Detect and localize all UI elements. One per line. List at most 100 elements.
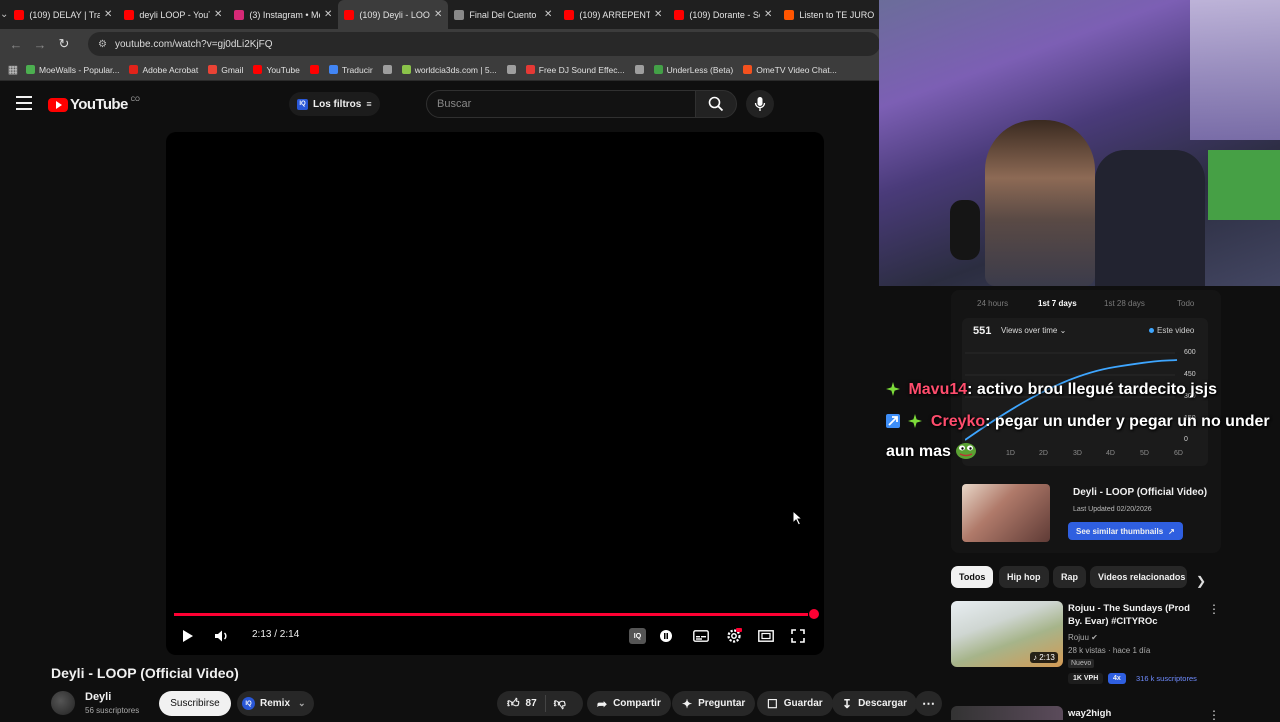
bookmark-item[interactable]: MoeWalls - Popular... [26, 65, 119, 75]
youtube-logo[interactable]: YouTube CO [48, 96, 140, 113]
like-button[interactable]: 👍︎ 87 [497, 695, 546, 712]
play-icon[interactable] [180, 627, 196, 645]
tab-favicon-icon [564, 9, 575, 20]
sliders-icon: ≡ [366, 99, 372, 109]
save-button[interactable]: ☐ Guardar [757, 691, 833, 716]
channel-avatar[interactable] [51, 691, 75, 715]
chevron-right-icon[interactable]: ❯ [1196, 574, 1206, 588]
more-actions-icon[interactable]: ⋯ [915, 691, 942, 716]
chip-rap[interactable]: Rap [1053, 566, 1087, 588]
y-tick: 450 [1184, 371, 1196, 378]
iq-player-icon[interactable]: IQ [629, 628, 646, 644]
remix-label: Remix [260, 698, 291, 709]
tab-close-icon[interactable]: ✕ [214, 9, 222, 20]
bookmark-item[interactable]: Gmail [208, 65, 243, 75]
bookmark-item[interactable]: Traducir [328, 65, 373, 75]
browser-tab[interactable]: (3) Instagram • Messages ✕ [228, 0, 338, 29]
bookmark-favicon-icon [208, 65, 218, 74]
bookmark-item[interactable]: Free DJ Sound Effec... [525, 65, 625, 75]
tab-close-icon[interactable]: ✕ [764, 9, 772, 20]
ask-button[interactable]: ✦ Preguntar [672, 691, 756, 716]
browser-tab[interactable]: (109) Deyli - LOOP ✕ [338, 0, 449, 29]
browser-tab[interactable]: (109) ARREPENTIDO ✕ [558, 0, 668, 29]
video-player[interactable] [166, 132, 824, 655]
chat-text: : pegar un under y pegar un no under [985, 413, 1270, 430]
bookmark-item[interactable] [634, 65, 648, 74]
chevron-down-icon: ⌄ [1059, 326, 1067, 335]
recommended-channel[interactable]: Rojuu ✔ [1068, 633, 1098, 642]
chevron-down-icon: ⌄ [298, 698, 306, 708]
chip-hiphop[interactable]: Hip hop [999, 566, 1049, 588]
subtitles-icon[interactable] [692, 627, 710, 645]
share-button[interactable]: ➦ Compartir [587, 691, 671, 716]
search-input[interactable]: Buscar [426, 90, 696, 118]
range-tab-28d[interactable]: 1st 28 days [1104, 299, 1145, 308]
range-tab-24h[interactable]: 24 hours [977, 299, 1008, 308]
download-button[interactable]: ↧ Descargar [832, 691, 917, 716]
recommended-title[interactable]: way2high [1068, 708, 1111, 719]
tab-title: deyli LOOP - YouTube [139, 9, 210, 20]
recommended-title[interactable]: Rojuu - The Sundays (Prod By. Evar) #CIT… [1068, 602, 1198, 628]
duration-text: 2:13 [1039, 653, 1055, 662]
metric-dropdown[interactable]: Views over time ⌄ [1001, 326, 1066, 335]
more-vert-icon[interactable]: ⋮ [1208, 602, 1220, 616]
bookmark-item[interactable] [309, 65, 323, 74]
dislike-button[interactable]: 👎︎ [546, 696, 574, 711]
video-title: Deyli - LOOP (Official Video) [51, 665, 239, 681]
tab-close-icon[interactable]: ✕ [324, 9, 332, 20]
browser-tab[interactable]: (109) Dorante - Se ✕ [668, 0, 778, 29]
guide-menu-icon[interactable] [16, 96, 32, 110]
chip-todos[interactable]: Todos [951, 566, 994, 588]
tab-close-icon[interactable]: ✕ [544, 9, 552, 20]
forward-icon[interactable]: → [28, 37, 52, 52]
search-button[interactable] [695, 90, 737, 118]
bookmark-item[interactable]: YouTube [253, 65, 300, 75]
browser-tab[interactable]: deyli LOOP - YouTube ✕ [118, 0, 228, 29]
volume-icon[interactable] [213, 627, 231, 645]
bookmark-item[interactable]: UnderLess (Beta) [653, 65, 733, 75]
progress-bar[interactable] [174, 613, 808, 616]
bookmark-item[interactable]: Adobe Acrobat [129, 65, 198, 75]
voice-search-button[interactable] [746, 90, 774, 118]
new-badge: Nuevo [1068, 659, 1095, 668]
tab-favicon-icon [784, 9, 795, 20]
tab-close-icon[interactable]: ✕ [434, 9, 442, 20]
apps-grid-icon[interactable]: ▦ [0, 63, 26, 76]
like-dislike-group: 👍︎ 87 👎︎ [497, 691, 583, 716]
chat-message-continued: aun mas [886, 440, 981, 461]
fullscreen-icon[interactable] [790, 627, 806, 645]
remix-button[interactable]: IQ Remix ⌄ [237, 691, 314, 716]
site-info-icon[interactable]: ⚙ [98, 39, 107, 50]
webcam-background-light [1190, 0, 1280, 140]
bookmark-item[interactable] [506, 65, 520, 74]
browser-tab[interactable]: Listen to TE JURO [778, 0, 888, 29]
similar-video-thumbnail[interactable] [962, 484, 1050, 542]
music-note-icon: ♪ [1033, 653, 1037, 662]
tab-close-icon[interactable]: ✕ [654, 9, 662, 20]
back-icon[interactable]: ← [4, 37, 28, 52]
browser-tab[interactable]: (109) DELAY | Trap ✕ [8, 0, 118, 29]
channel-name[interactable]: Deyli [85, 691, 111, 703]
range-tab-7d[interactable]: 1st 7 days [1038, 299, 1077, 308]
filters-button[interactable]: IQ Los filtros ≡ [289, 92, 380, 116]
browser-tab[interactable]: Final Del Cuento ✕ [448, 0, 558, 29]
tab-close-icon[interactable]: ✕ [104, 9, 112, 20]
settings-gear-icon[interactable] [725, 627, 743, 645]
recommended-thumbnail[interactable] [951, 706, 1063, 720]
bookmark-item[interactable]: OmeTV Video Chat... [743, 65, 837, 75]
reload-icon[interactable]: ↻ [52, 36, 76, 52]
see-similar-thumbnails-button[interactable]: See similar thumbnails ↗ [1068, 522, 1183, 540]
subscribe-button[interactable]: Suscribirse [159, 691, 231, 716]
url-field[interactable]: ⚙ youtube.com/watch?v=gj0dLi2KjFQ [88, 32, 880, 56]
progress-scrubber[interactable] [809, 609, 819, 619]
bookmark-item[interactable]: worldcia3ds.com | 5... [401, 65, 497, 75]
similar-video-title: Deyli - LOOP (Official Video) [1073, 487, 1208, 498]
range-tab-all[interactable]: Todo [1177, 299, 1194, 308]
tab-search-menu[interactable]: ⌄ [0, 0, 8, 29]
bookmark-item[interactable] [382, 65, 396, 74]
browser-tabstrip: ⌄ (109) DELAY | Trap✕deyli LOOP - YouTub… [0, 0, 880, 29]
theater-mode-icon[interactable] [757, 627, 775, 645]
chat-username: Creyko [930, 413, 986, 430]
autoplay-toggle-icon[interactable] [658, 627, 674, 645]
chip-videos-relacionados[interactable]: Videos relacionados [1090, 566, 1187, 588]
